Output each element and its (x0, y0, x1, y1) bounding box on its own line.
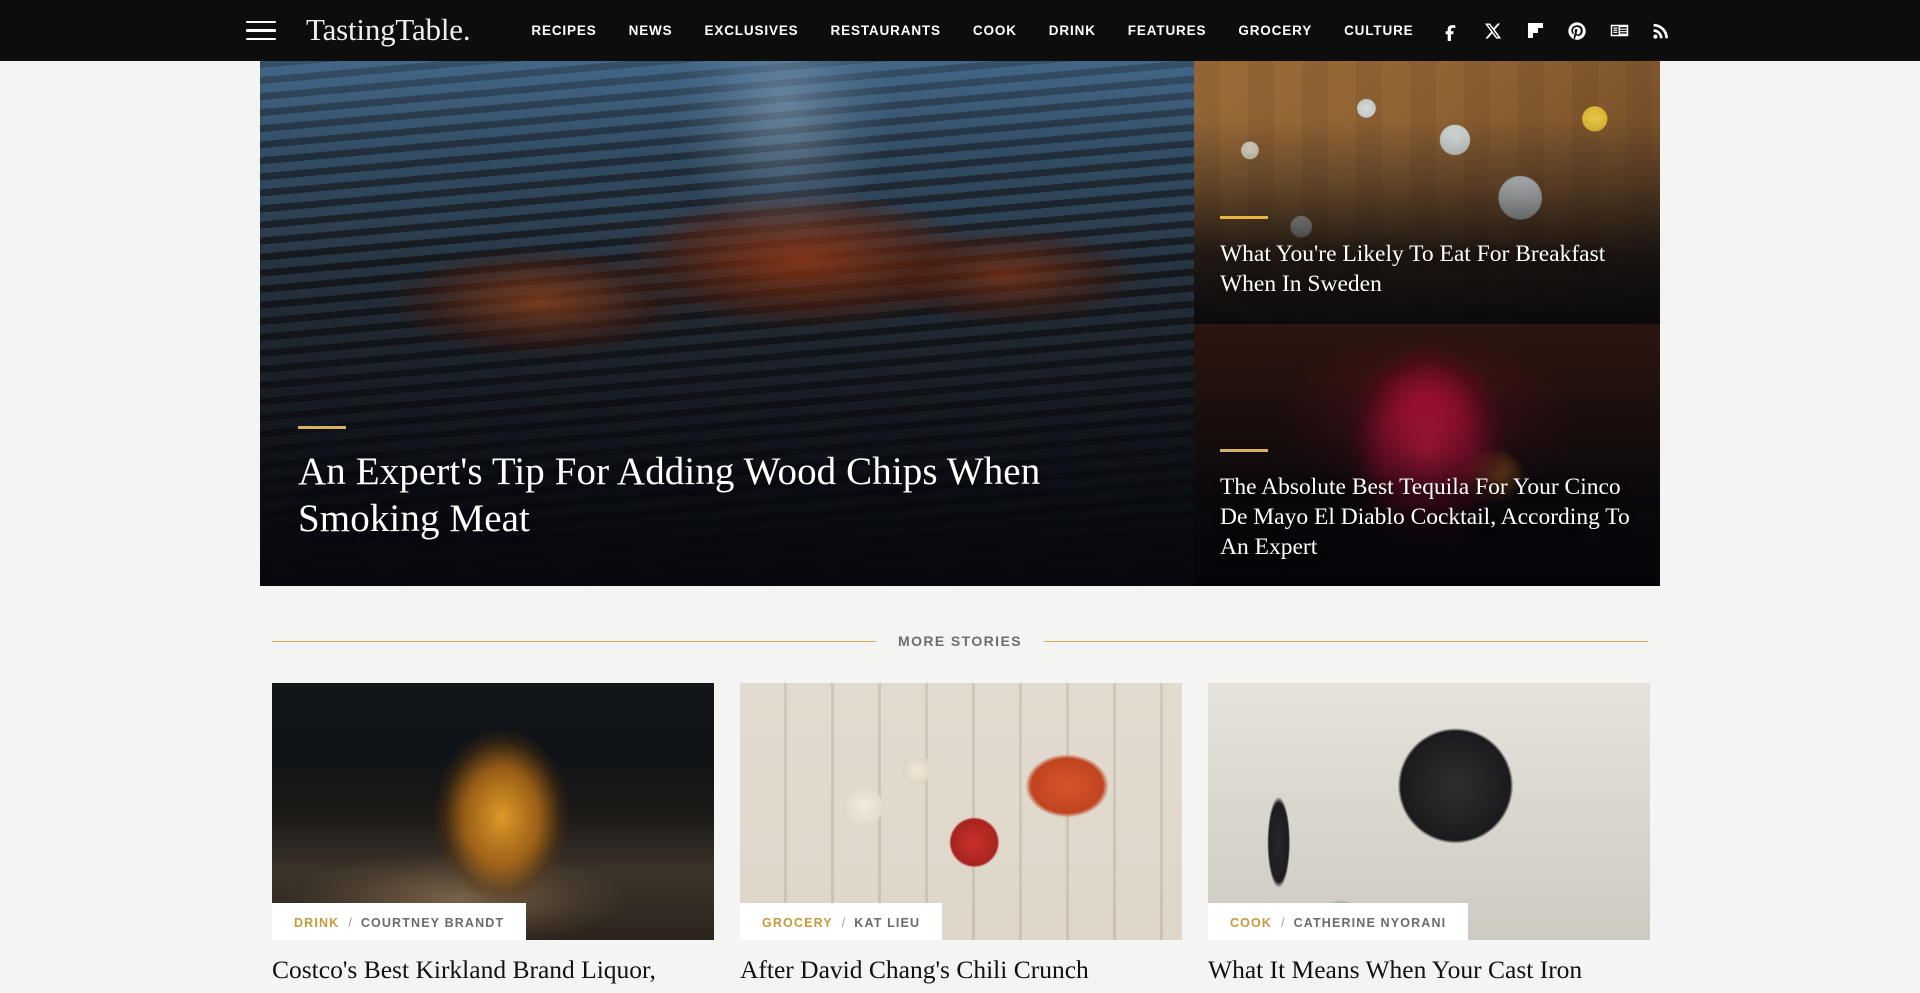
more-stories-list: DRINK / COURTNEY BRANDT Costco's Best Ki… (0, 683, 1920, 985)
story-card[interactable]: COOK / CATHERINE NYORANI What It Means W… (1208, 683, 1650, 985)
hero-featured-card[interactable]: An Expert's Tip For Adding Wood Chips Wh… (260, 61, 1194, 586)
story-category[interactable]: DRINK (294, 916, 339, 930)
nav-item-restaurants[interactable]: RESTAURANTS (815, 17, 957, 44)
hero-side-column: What You're Likely To Eat For Breakfast … (1194, 61, 1660, 586)
hero-side-card-tequila[interactable]: The Absolute Best Tequila For Your Cinco… (1194, 323, 1660, 586)
nav-item-drink[interactable]: DRINK (1033, 17, 1112, 44)
story-card-image (1208, 683, 1650, 940)
story-card-media[interactable]: DRINK / COURTNEY BRANDT (272, 683, 714, 940)
nav-item-recipes[interactable]: RECIPES (515, 17, 612, 44)
hero-side-card-breakfast[interactable]: What You're Likely To Eat For Breakfast … (1194, 61, 1660, 324)
story-category[interactable]: GROCERY (762, 916, 833, 930)
more-stories-label: MORE STORIES (898, 633, 1022, 649)
hero-featured-title[interactable]: An Expert's Tip For Adding Wood Chips Wh… (298, 449, 1152, 542)
header-inner: TastingTable. RECIPES NEWS EXCLUSIVES RE… (0, 0, 1920, 61)
divider-line-left (272, 640, 877, 642)
hamburger-bar (246, 29, 276, 32)
facebook-icon[interactable] (1440, 20, 1462, 42)
accent-rule (1220, 448, 1268, 452)
nav-item-features[interactable]: FEATURES (1112, 17, 1223, 44)
story-category[interactable]: COOK (1230, 916, 1272, 930)
story-card-title[interactable]: After David Chang's Chili Crunch (740, 954, 1182, 985)
rss-icon[interactable] (1650, 20, 1672, 42)
hero-side-copy: What You're Likely To Eat For Breakfast … (1220, 216, 1630, 299)
story-card-meta: DRINK / COURTNEY BRANDT (272, 903, 527, 940)
site-header: TastingTable. RECIPES NEWS EXCLUSIVES RE… (0, 0, 1920, 61)
hero-section: An Expert's Tip For Adding Wood Chips Wh… (0, 61, 1920, 586)
story-author[interactable]: COURTNEY BRANDT (361, 916, 504, 930)
story-card[interactable]: GROCERY / KAT LIEU After David Chang's C… (740, 683, 1182, 985)
more-stories-divider: MORE STORIES (0, 633, 1920, 649)
primary-navigation: RECIPES NEWS EXCLUSIVES RESTAURANTS COOK… (515, 17, 1429, 44)
accent-rule (298, 426, 346, 430)
story-author[interactable]: KAT LIEU (854, 916, 920, 930)
story-card-meta: COOK / CATHERINE NYORANI (1208, 903, 1469, 940)
story-card-meta: GROCERY / KAT LIEU (740, 903, 943, 940)
hero-side-copy: The Absolute Best Tequila For Your Cinco… (1220, 448, 1630, 562)
story-card-image (272, 683, 714, 940)
pinterest-icon[interactable] (1566, 20, 1588, 42)
site-logo[interactable]: TastingTable. (306, 14, 471, 48)
nav-item-exclusives[interactable]: EXCLUSIVES (689, 17, 815, 44)
x-twitter-icon[interactable] (1482, 20, 1504, 42)
meta-separator: / (1281, 916, 1285, 930)
hero-side-title-breakfast[interactable]: What You're Likely To Eat For Breakfast … (1220, 239, 1630, 299)
divider-line-right (1043, 640, 1648, 642)
google-news-icon[interactable] (1608, 20, 1630, 42)
story-card-image (740, 683, 1182, 940)
hamburger-bar (246, 20, 276, 24)
hero-grid: An Expert's Tip For Adding Wood Chips Wh… (260, 61, 1660, 586)
hero-featured-copy: An Expert's Tip For Adding Wood Chips Wh… (298, 426, 1152, 542)
hero-side-title-tequila[interactable]: The Absolute Best Tequila For Your Cinco… (1220, 472, 1630, 562)
accent-rule (1220, 216, 1268, 220)
meta-separator: / (348, 916, 352, 930)
nav-item-culture[interactable]: CULTURE (1328, 17, 1429, 44)
nav-item-cook[interactable]: COOK (957, 17, 1033, 44)
nav-item-news[interactable]: NEWS (613, 17, 689, 44)
hamburger-bar (246, 37, 276, 41)
story-card[interactable]: DRINK / COURTNEY BRANDT Costco's Best Ki… (272, 683, 714, 985)
social-links (1440, 20, 1672, 42)
story-card-media[interactable]: GROCERY / KAT LIEU (740, 683, 1182, 940)
story-author[interactable]: CATHERINE NYORANI (1294, 916, 1447, 930)
story-card-title[interactable]: Costco's Best Kirkland Brand Liquor, (272, 954, 714, 985)
story-card-title[interactable]: What It Means When Your Cast Iron (1208, 954, 1650, 985)
nav-item-grocery[interactable]: GROCERY (1222, 17, 1328, 44)
story-card-media[interactable]: COOK / CATHERINE NYORANI (1208, 683, 1650, 940)
flipboard-icon[interactable] (1524, 20, 1546, 42)
hamburger-menu-icon[interactable] (246, 16, 280, 46)
meta-separator: / (841, 916, 846, 930)
